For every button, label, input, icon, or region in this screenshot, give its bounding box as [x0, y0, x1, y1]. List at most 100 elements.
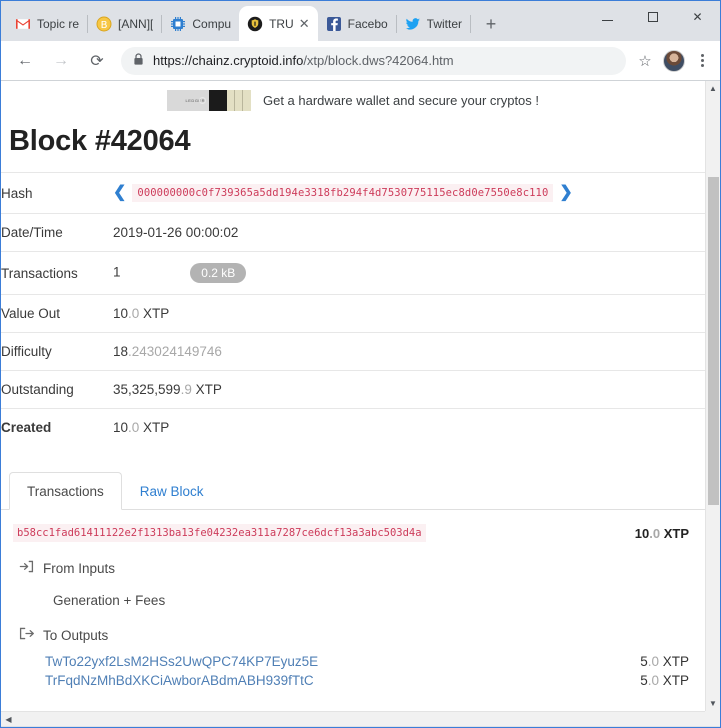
tab-transactions[interactable]: Transactions	[9, 472, 122, 510]
output-amount: 5.0 XTP	[640, 654, 693, 669]
amount-dec: .9	[180, 382, 192, 397]
avatar[interactable]	[663, 49, 685, 72]
browser-tab-label: Facebo	[347, 17, 388, 31]
browser-tab-ann[interactable]: B [ANN][	[88, 7, 161, 41]
transaction-count: 1	[113, 264, 121, 280]
row-label: Difficulty	[1, 344, 52, 359]
vertical-scrollbar-thumb[interactable]	[708, 177, 719, 505]
transaction-hash[interactable]: b58cc1fad61411122e2f1313ba13fe04232ea311…	[13, 524, 426, 542]
address-bar[interactable]: https://chainz.cryptoid.info/xtp/block.d…	[121, 46, 626, 75]
browser-tab-tru-active[interactable]: TRU ✕	[239, 6, 318, 41]
url-path: /xtp/block.dws?42064.htm	[303, 53, 454, 68]
back-button[interactable]: ←	[10, 46, 40, 76]
output-address[interactable]: TwTo22yxf2LsM2HSs2UwQPC74KP7Eyuz5E	[45, 654, 318, 669]
amount-int: 35,325,599	[113, 382, 181, 397]
forward-button[interactable]: →	[46, 46, 76, 76]
row-label: Date/Time	[1, 225, 63, 240]
twitter-icon	[405, 16, 421, 32]
browser-tab-label: [ANN][	[118, 17, 154, 31]
prev-block-icon[interactable]: ❮	[113, 185, 126, 201]
lock-icon	[133, 52, 144, 69]
bookmark-star-icon[interactable]: ☆	[632, 48, 658, 74]
browser-tab-label: Twitter	[426, 17, 463, 31]
block-size-badge: 0.2 kB	[190, 263, 247, 283]
output-address[interactable]: TrFqdNzMhBdXKCiAwborABdmABH939fTtC	[45, 673, 314, 688]
browser-menu-icon[interactable]	[690, 54, 714, 67]
transaction-amount: 10.0 XTP	[635, 526, 693, 541]
row-value: ❮ 000000000c0f739365a5dd194e3318fb294f4d…	[113, 173, 705, 214]
page-title: Block #42064	[9, 125, 191, 157]
browser-tab-label: Topic re	[37, 17, 80, 31]
tab-separator	[470, 15, 472, 33]
browser-tab-compu[interactable]: Compu	[162, 7, 239, 41]
new-tab-button[interactable]: +	[477, 10, 505, 38]
row-value: 1 0.2 kB	[113, 252, 705, 295]
svg-text:B: B	[101, 20, 108, 31]
browser-tab-label: TRU	[269, 16, 294, 31]
content-tabs: Transactions Raw Block	[1, 468, 705, 510]
gmail-icon	[15, 16, 31, 32]
from-inputs-row: From Inputs	[9, 550, 697, 585]
scroll-up-arrow-icon[interactable]: ▲	[706, 81, 720, 96]
row-label: Value Out	[1, 306, 61, 321]
window-controls: ✕	[585, 1, 720, 33]
block-hash-value[interactable]: 000000000c0f739365a5dd194e3318fb294f4d75…	[132, 184, 554, 202]
browser-tab-facebook[interactable]: Facebo	[318, 7, 396, 41]
amount-int: 10	[113, 306, 129, 321]
table-row-transactions: Transactions 1 0.2 kB	[1, 251, 705, 295]
amount-unit: XTP	[139, 306, 170, 321]
row-label: Outstanding	[1, 382, 74, 397]
browser-tab-topic-re[interactable]: Topic re	[7, 7, 87, 41]
sign-in-arrow-icon	[19, 559, 34, 577]
row-label: Created	[1, 420, 52, 435]
browser-tab-label: Compu	[192, 17, 232, 31]
minimize-button[interactable]	[585, 1, 630, 33]
from-inputs-label: From Inputs	[43, 560, 116, 576]
maximize-button[interactable]	[630, 1, 675, 33]
amount-dec: .243024149746	[128, 344, 222, 359]
amount-int: 10	[113, 420, 129, 435]
vertical-scrollbar[interactable]: ▲ ▼	[705, 81, 720, 711]
amount-unit: XTP	[658, 654, 689, 669]
close-window-button[interactable]: ✕	[675, 1, 720, 33]
ledger-device-icon: LEDGER	[166, 90, 251, 111]
scroll-down-arrow-icon[interactable]: ▼	[706, 696, 720, 711]
row-value: 18.243024149746	[113, 333, 705, 371]
output-row: TwTo22yxf2LsM2HSs2UwQPC74KP7Eyuz5E 5.0 X…	[9, 652, 697, 671]
browser-tab-twitter[interactable]: Twitter	[397, 7, 470, 41]
transactions-panel: b58cc1fad61411122e2f1313ba13fe04232ea311…	[1, 510, 705, 690]
amount-unit: XTP	[658, 673, 689, 688]
horizontal-scrollbar[interactable]: ◀ ▶	[1, 711, 720, 726]
row-value: 10.0 XTP	[113, 409, 705, 447]
browser-window: Topic re B [ANN][ Compu TRU ✕ Facebo Twi…	[0, 0, 721, 728]
url-host: https://chainz.cryptoid.info	[153, 53, 304, 68]
amount-int: 18	[113, 344, 129, 359]
row-value: 10.0 XTP	[113, 295, 705, 333]
scroll-left-arrow-icon[interactable]: ◀	[1, 715, 16, 724]
shield-coin-icon	[247, 16, 263, 32]
row-label: Transactions	[1, 265, 78, 281]
block-info-table: Hash ❮ 000000000c0f739365a5dd194e3318fb2…	[1, 172, 705, 446]
reload-button[interactable]: ⟳	[82, 46, 112, 76]
bitcoin-icon: B	[96, 16, 112, 32]
amount-dec: .0	[647, 654, 659, 669]
page-content: LEDGER Get a hardware wallet and secure …	[1, 81, 705, 711]
close-icon[interactable]: ✕	[299, 17, 310, 30]
row-value: 2019-01-26 00:00:02	[113, 225, 239, 240]
table-row-value-out: Value Out 10.0 XTP	[1, 294, 705, 333]
table-row-created: Created 10.0 XTP	[1, 408, 705, 447]
scrollbar-corner	[705, 711, 720, 726]
amount-dec: .0	[647, 673, 659, 688]
banner-text: Get a hardware wallet and secure your cr…	[262, 93, 540, 108]
amount-unit: XTP	[139, 420, 170, 435]
next-block-icon[interactable]: ❯	[559, 185, 572, 201]
generation-fees-text: Generation + Fees	[53, 593, 166, 608]
amount-int: 5	[640, 673, 648, 688]
tab-raw-block[interactable]: Raw Block	[122, 472, 222, 510]
transaction-header: b58cc1fad61411122e2f1313ba13fe04232ea311…	[9, 510, 697, 550]
sign-out-arrow-icon	[19, 626, 34, 644]
page-viewport: LEDGER Get a hardware wallet and secure …	[1, 81, 720, 726]
to-outputs-row: To Outputs	[9, 617, 697, 652]
row-label: Hash	[1, 185, 33, 201]
hardware-wallet-banner[interactable]: LEDGER Get a hardware wallet and secure …	[1, 81, 705, 119]
